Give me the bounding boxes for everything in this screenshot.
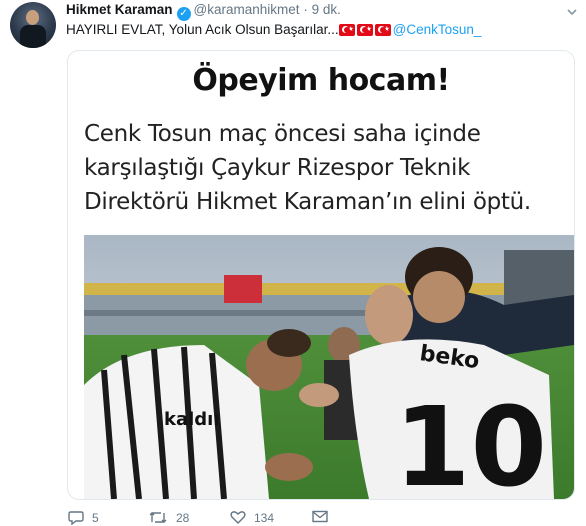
caption-line: karşılaştığı Çaykur Rizespor Teknik xyxy=(84,155,471,181)
author-name[interactable]: Hikmet Karaman xyxy=(66,2,173,17)
turkey-flag-icon: ★ xyxy=(338,24,355,36)
like-count: 134 xyxy=(254,510,275,525)
tweet-header: Hikmet Karaman ✓ @karamanhikmet · 9 dk. xyxy=(66,2,566,21)
like-action[interactable]: 134 xyxy=(230,510,274,525)
jersey-sponsor-left: kaldıı xyxy=(164,409,220,430)
turkey-flag-icon: ★ xyxy=(374,24,391,36)
caption-line: Cenk Tosun maç öncesi saha içinde xyxy=(84,121,481,147)
jersey-number: 10 xyxy=(394,383,547,499)
avatar-head xyxy=(26,10,39,25)
mention-link[interactable]: @CenkTosun_ xyxy=(393,22,482,37)
verified-badge-icon: ✓ xyxy=(176,7,191,21)
caption-line: Direktörü Hikmet Karaman’ın elini öptü. xyxy=(84,189,531,215)
retweet-action[interactable]: 28 xyxy=(148,510,189,525)
message-action[interactable] xyxy=(312,510,328,523)
reply-icon xyxy=(68,511,84,525)
message-icon xyxy=(312,510,328,523)
author-handle[interactable]: @karamanhikmet xyxy=(194,2,300,17)
chevron-down-icon[interactable] xyxy=(566,6,578,18)
like-icon xyxy=(230,511,246,524)
separator: · xyxy=(303,2,308,17)
media-headline: Öpeyim hocam! xyxy=(192,63,450,98)
reply-action[interactable]: 5 xyxy=(68,510,99,525)
tweet-media[interactable]: Öpeyim hocam! Cenk Tosun maç öncesi saha… xyxy=(67,50,575,500)
retweet-count: 28 xyxy=(176,510,190,525)
retweet-icon xyxy=(149,512,167,523)
tweet-text: HAYIRLI EVLAT, Yolun Acık Olsun Başarıla… xyxy=(66,22,576,37)
tweet-body: HAYIRLI EVLAT, Yolun Acık Olsun Başarıla… xyxy=(66,22,339,37)
tweet-time[interactable]: 9 dk. xyxy=(312,2,341,17)
turkey-flag-icon: ★ xyxy=(356,24,373,36)
avatar[interactable] xyxy=(10,2,56,48)
media-caption: Cenk Tosun maç öncesi saha içinde karşıl… xyxy=(84,117,564,219)
reply-count: 5 xyxy=(92,510,99,525)
avatar-body xyxy=(20,25,46,48)
media-photo: beko 10 kaldıı xyxy=(84,235,574,499)
